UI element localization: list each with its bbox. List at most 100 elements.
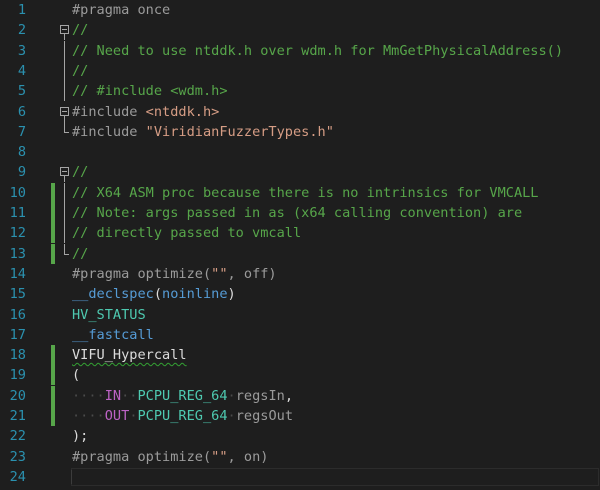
outline-guide <box>60 40 72 61</box>
code-token: , on) <box>227 448 269 465</box>
code-line[interactable]: 12 // directly passed to vmcall <box>0 223 600 244</box>
code-token: regsIn <box>235 387 285 404</box>
minus-box-icon <box>60 167 69 177</box>
code-line[interactable]: 20 ····IN··PCPU_REG_64·regsIn, <box>0 385 600 406</box>
code-token: // Need to use ntddk.h over wdm.h for Mm… <box>72 42 564 59</box>
code-line[interactable]: 21 ····OUT·PCPU_REG_64·regsOut <box>0 406 600 426</box>
code-token: PCPU_REG_64 <box>137 387 228 404</box>
code-line[interactable]: 17 __fastcall <box>0 325 600 345</box>
code-line[interactable]: 9 // <box>0 162 600 183</box>
code-line[interactable]: 24 <box>0 467 600 487</box>
code-text: ····IN··PCPU_REG_64·regsIn, <box>72 386 293 406</box>
code-token: #pragma once <box>72 2 171 18</box>
code-token: noinline <box>162 286 228 303</box>
code-token: "ViridianFuzzerTypes.h" <box>145 123 334 140</box>
code-text: // <box>72 61 88 81</box>
code-token: regsOut <box>235 408 294 424</box>
code-text: #pragma optimize("", off) <box>72 264 277 284</box>
code-text: ····OUT·PCPU_REG_64·regsOut <box>72 406 293 426</box>
code-text: // X64 ASM proc because there is no intr… <box>72 183 539 203</box>
line-number: 4 <box>17 62 26 79</box>
change-indicator <box>51 385 55 406</box>
code-token: ···· <box>72 387 105 404</box>
code-line[interactable]: 2 // <box>0 20 600 41</box>
code-text: #include "ViridianFuzzerTypes.h" <box>72 122 334 142</box>
line-number: 2 <box>17 22 26 39</box>
code-token: #include <box>72 103 146 120</box>
outline-end-line <box>64 121 69 133</box>
code-line[interactable]: 13 // <box>0 243 600 264</box>
change-indicator <box>51 182 55 203</box>
code-token: , <box>284 387 294 404</box>
line-number: 15 <box>9 286 26 303</box>
line-number: 5 <box>17 83 26 100</box>
line-number: 11 <box>9 205 26 221</box>
code-line[interactable]: 5 // #include <wdm.h> <box>0 81 600 102</box>
code-token: // <box>72 245 89 262</box>
collapse-toggle-icon[interactable] <box>60 162 72 183</box>
line-number: 17 <box>9 326 26 343</box>
code-line[interactable]: 7 #include "ViridianFuzzerTypes.h" <box>0 121 600 142</box>
change-indicator <box>51 406 55 426</box>
code-line[interactable]: 8 <box>0 142 600 162</box>
code-line[interactable]: 1 #pragma once <box>0 0 600 20</box>
code-token: ·· <box>121 387 138 404</box>
line-number: 20 <box>9 387 26 404</box>
line-number: 19 <box>9 367 26 384</box>
code-text: #pragma optimize("", on) <box>72 447 268 467</box>
code-token: ); <box>72 428 89 445</box>
code-line[interactable]: 10 // X64 ASM proc because there is no in… <box>0 182 600 203</box>
line-number: 21 <box>9 408 26 424</box>
line-number: 6 <box>17 103 26 120</box>
code-token: PCPU_REG_64 <box>137 408 228 424</box>
line-number: 13 <box>9 245 26 262</box>
code-text: __fastcall <box>72 325 154 345</box>
code-text: // <box>72 162 88 182</box>
code-line[interactable]: 22); <box>0 426 600 446</box>
code-token: ( <box>153 286 163 303</box>
code-text: // Note: args passed in as (x64 calling … <box>72 203 522 223</box>
code-editor[interactable]: 1 #pragma once 2 // 3 // Need to use ntddk.h … <box>0 0 600 490</box>
outline-guide <box>60 223 72 244</box>
outline-guide <box>64 34 65 41</box>
code-line[interactable]: 4 // <box>0 60 600 81</box>
line-number: 24 <box>9 468 26 485</box>
code-text: #pragma once <box>72 0 170 20</box>
code-token: ( <box>72 367 81 384</box>
collapse-toggle-icon[interactable] <box>60 102 72 122</box>
code-line[interactable]: 19 ( <box>0 365 600 386</box>
code-line[interactable]: 15 __declspec(noinline) <box>0 284 600 304</box>
change-indicator <box>51 345 55 366</box>
code-line[interactable]: 23 #pragma optimize("", on) <box>0 447 600 467</box>
code-token: // Note: args passed in as (x64 calling … <box>72 205 523 221</box>
code-line[interactable]: 14 #pragma optimize("", off) <box>0 264 600 284</box>
outline-guide-line <box>64 40 65 61</box>
code-token: · <box>129 408 138 424</box>
code-token: ) <box>227 286 236 303</box>
outline-guide <box>60 81 72 102</box>
outline-guide-line <box>64 223 65 244</box>
code-token: #include <box>72 123 146 140</box>
code-line[interactable]: 6 #include <ntddk.h> <box>0 102 600 122</box>
code-token: // <box>72 22 89 39</box>
outline-guide <box>64 115 65 122</box>
outline-end-line <box>64 243 69 255</box>
outline-region-end <box>60 121 72 142</box>
code-token: VIFU_Hypercall <box>72 347 187 364</box>
minus-box-icon <box>60 106 69 116</box>
code-line[interactable]: 18 VIFU_Hypercall <box>0 345 600 366</box>
line-number: 12 <box>9 225 26 242</box>
change-indicator <box>51 243 55 264</box>
code-line[interactable]: 3 // Need to use ntddk.h over wdm.h for M… <box>0 40 600 61</box>
outline-guide-line <box>64 182 65 203</box>
line-number: 3 <box>17 42 26 59</box>
outline-guide-line <box>64 81 65 102</box>
change-indicator <box>51 365 55 386</box>
code-line[interactable]: 16 HV_STATUS <box>0 305 600 325</box>
code-token: __declspec <box>72 286 154 303</box>
code-line[interactable]: 11 // Note: args passed in as (x64 callin… <box>0 203 600 223</box>
code-token: , off) <box>227 265 277 282</box>
code-text: ( <box>72 365 80 385</box>
code-token: // <box>72 164 89 181</box>
collapse-toggle-icon[interactable] <box>60 20 72 41</box>
